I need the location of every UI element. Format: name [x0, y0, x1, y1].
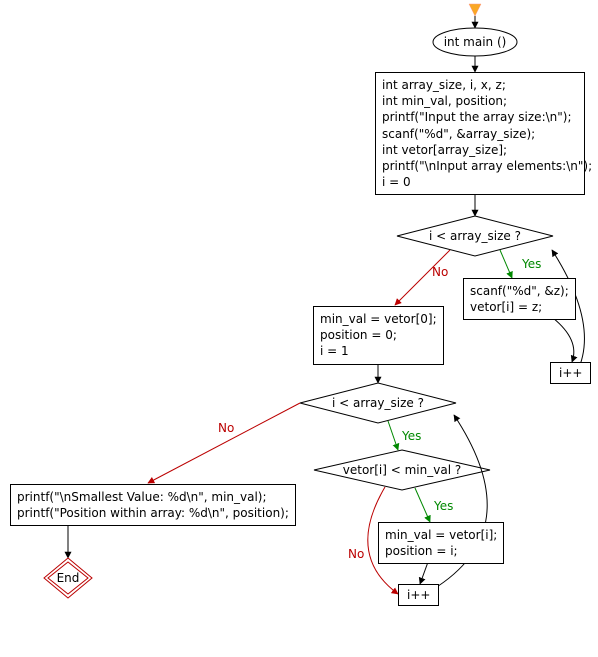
- print-block: printf("\nSmallest Value: %d\n", min_val…: [10, 484, 296, 526]
- entry-arrow: [469, 4, 481, 28]
- svg-text:int main (): int main (): [444, 35, 507, 49]
- edge-cond1-no: [395, 250, 450, 305]
- edge-read-inc1: [553, 318, 574, 362]
- svg-text:End: End: [57, 571, 80, 585]
- label-cond3-yes: Yes: [433, 499, 453, 513]
- cond1-diamond: i < array_size ?: [397, 216, 553, 256]
- edge-cond2-no: [148, 403, 300, 483]
- inc1-block: i++: [550, 362, 591, 384]
- edge-cond3-yes: [415, 488, 430, 522]
- svg-text:i < array_size ?: i < array_size ?: [429, 229, 521, 243]
- cond3-diamond: vetor[i] < min_val ?: [314, 450, 490, 490]
- update-min-block: min_val = vetor[i]; position = i;: [378, 522, 504, 564]
- svg-text:i < array_size ?: i < array_size ?: [332, 396, 424, 410]
- read-block: scanf("%d", &z); vetor[i] = z;: [463, 278, 576, 320]
- label-cond2-no: No: [218, 421, 234, 435]
- inc2-block: i++: [398, 584, 439, 606]
- label-cond1-yes: Yes: [521, 257, 541, 271]
- edge-cond1-yes: [500, 250, 512, 278]
- after-loop1-block: min_val = vetor[0]; position = 0; i = 1: [313, 306, 444, 365]
- start-node: int main (): [433, 28, 517, 56]
- edge-update-inc2: [420, 562, 428, 584]
- label-cond1-no: No: [432, 265, 448, 279]
- edge-cond2-yes: [388, 421, 398, 450]
- end-node: End: [44, 558, 92, 598]
- label-cond3-no: No: [348, 547, 364, 561]
- cond2-diamond: i < array_size ?: [300, 383, 456, 423]
- label-cond2-yes: Yes: [401, 429, 421, 443]
- init-block: int array_size, i, x, z; int min_val, po…: [375, 72, 585, 195]
- svg-text:vetor[i] < min_val ?: vetor[i] < min_val ?: [343, 463, 461, 477]
